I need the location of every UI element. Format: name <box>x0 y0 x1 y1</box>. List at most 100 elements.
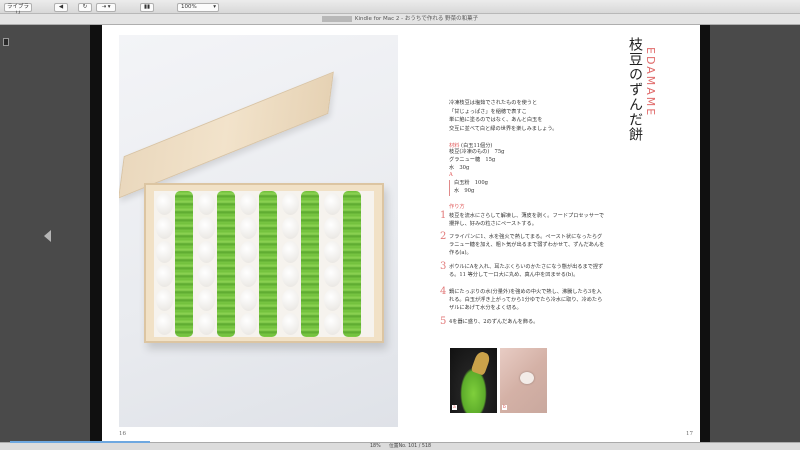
intro-line: 交互に並べて白と緑の世界を楽しみましょう。 <box>449 125 558 132</box>
step-text: フライパンに1、水を強火で熱してまる。ペースト状になったらグ ラニュー糖を加え、… <box>449 233 604 258</box>
mochi-ball <box>324 289 341 311</box>
zunda-stripe <box>259 191 277 337</box>
mochi-ball <box>240 193 257 215</box>
spoon-shape <box>470 350 492 376</box>
step-line: フライパンに1、水を強火で熱してまる。ペースト状になったらグ <box>449 234 603 240</box>
intro-line: 「甘じょっぱさ」を稲穂で表すこ <box>449 108 527 115</box>
mochi-ball <box>156 313 173 335</box>
wooden-box-lid <box>119 71 334 199</box>
mochi-ball <box>240 265 257 287</box>
mochi-ball <box>240 313 257 335</box>
step-number: 1 <box>440 210 447 221</box>
mochi-ball <box>198 241 215 263</box>
step-line: 攪拌し、好みの粒さにペーストする。 <box>449 221 537 228</box>
zoom-select[interactable]: 100% ▾ <box>177 3 219 12</box>
step-line: 作る(a)。 <box>449 250 472 257</box>
ingredients-list: 枝豆(冷凍のもの) 75g グラニュー糖 15g 水 30g A 白玉粉 100… <box>449 149 504 196</box>
step-line: れる。白玉が浮き上がってから1分ゆでたら冷水に取り、冷めたら <box>449 297 603 304</box>
ingredient-item: 枝豆(冷凍のもの) 75g <box>449 149 505 155</box>
book-spread: 16 枝豆のずんだ餅 EDAMAME 冷凍枝豆は塩茹でされたものを使うと 「甘じ… <box>102 25 700 445</box>
mochi-ball <box>156 241 173 263</box>
back-button[interactable]: ◀ <box>54 3 68 12</box>
recipe-intro: 冷凍枝豆は塩茹でされたものを使うと 「甘じょっぱさ」を稲穂で表すこ 単に餡に塗る… <box>449 99 619 133</box>
mochi-ball <box>282 217 299 239</box>
step-line: る。11 等分して一口大に丸め、真ん中を凹ませる(b)。 <box>449 272 579 279</box>
chevron-down-icon: ▾ <box>213 4 216 10</box>
view-mode-icon[interactable]: ▮▮ <box>140 3 154 12</box>
page-gutter-right <box>700 25 710 445</box>
mochi-ball <box>282 289 299 311</box>
window-title: Kindle for Mac 2 - おうちで作れる 野菜の和菓子 <box>354 16 479 22</box>
mochi-tray <box>154 191 374 337</box>
photo-label: a <box>452 405 457 410</box>
mochi-ball <box>282 265 299 287</box>
mochi-ball <box>156 265 173 287</box>
mochi-ball <box>282 313 299 335</box>
step-line: ラニュー糖を加え、粗ト気が出るまで弱ずわかせて、ずんだあんを <box>449 242 605 249</box>
step-text: 4を器に盛り、2のずんだあんを飾る。 <box>449 318 538 326</box>
photo-label: b <box>502 405 507 410</box>
page-gutter-left <box>90 25 102 445</box>
redacted-text <box>321 15 352 22</box>
zoom-value: 100% <box>181 4 197 10</box>
toolbar: ライブラリ ◀ ↻ ⇥ ▾ ▮▮ 100% ▾ <box>0 0 800 17</box>
library-button[interactable]: ライブラリ <box>4 3 32 17</box>
ingredient-item: 白玉粉 100g <box>449 180 504 188</box>
mochi-ball <box>282 193 299 215</box>
mochi-ball <box>156 289 173 311</box>
mochi-ball <box>240 241 257 263</box>
mochi-ball <box>198 289 215 311</box>
step-line: 4を器に盛り、2のずんだあんを飾る。 <box>449 319 539 325</box>
method-heading: 作り方 <box>449 204 465 210</box>
status-bar: 18% 位置No. 101 / 518 <box>0 442 800 450</box>
recipe-title: 枝豆のずんだ餅 <box>627 37 643 142</box>
dough-ball-shape <box>520 372 534 384</box>
zunda-stripe <box>343 191 361 337</box>
zunda-stripe <box>217 191 235 337</box>
left-page-number: 16 <box>119 431 126 437</box>
step-photo-b: b <box>500 348 547 413</box>
zunda-stripe <box>175 191 193 337</box>
step-number: 3 <box>440 261 447 272</box>
step-line: 枝豆を流水にさらして解凍し、薄皮を剥く。フードプロセッサーで <box>449 213 605 219</box>
mochi-ball <box>324 265 341 287</box>
reading-percent: 18% <box>370 444 381 449</box>
mochi-ball <box>240 217 257 239</box>
previous-page-arrow-icon[interactable] <box>44 230 51 242</box>
step-line: ボウルにAを入れ、耳たぶくらいのかたさになう態が出るまで捏ず <box>449 264 604 270</box>
mochi-ball <box>198 193 215 215</box>
mochi-ball <box>240 289 257 311</box>
mochi-ball <box>198 313 215 335</box>
step-photo-a: a <box>450 348 497 413</box>
right-page-number: 17 <box>686 431 693 437</box>
location-indicator: 位置No. 101 / 518 <box>389 444 432 449</box>
intro-line: 単に餡に塗るのではなく、あんと白玉を <box>449 117 543 124</box>
recipe-photo <box>119 35 398 427</box>
sync-icon[interactable]: ↻ <box>78 3 92 12</box>
ingredient-item: グラニュー糖 15g <box>449 156 496 163</box>
ingredients-heading: 材料 (白玉11個分) <box>449 142 492 149</box>
ingredient-item: 水 90g <box>449 187 504 196</box>
mochi-ball <box>198 217 215 239</box>
recipe-title-roman: EDAMAME <box>644 47 657 118</box>
sidebar-toggle-icon[interactable] <box>3 38 9 46</box>
goto-menu-button[interactable]: ⇥ ▾ <box>96 3 116 12</box>
ingredient-item: 水 30g <box>449 164 470 171</box>
step-line: ザルにあげて水分をよく切る。 <box>449 305 522 312</box>
wooden-box <box>144 183 384 343</box>
mochi-ball <box>324 217 341 239</box>
mochi-ball <box>198 265 215 287</box>
reading-progress-bar[interactable] <box>10 441 150 443</box>
mochi-ball <box>156 193 173 215</box>
step-text: 枝豆を流水にさらして解凍し、薄皮を剥く。フードプロセッサーで 攪拌し、好みの粒さ… <box>449 212 604 228</box>
step-text: ボウルにAを入れ、耳たぶくらいのかたさになう態が出るまで捏ず る。11 等分して… <box>449 263 603 279</box>
mochi-ball <box>324 241 341 263</box>
window-titlebar: Kindle for Mac 2 - おうちで作れる 野菜の和菓子 <box>0 14 800 25</box>
step-number: 4 <box>440 286 447 297</box>
intro-line: 冷凍枝豆は塩茹でされたものを使うと <box>449 100 538 106</box>
mochi-ball <box>282 241 299 263</box>
zunda-stripe <box>301 191 319 337</box>
mochi-ball <box>156 217 173 239</box>
step-number: 5 <box>440 316 447 327</box>
step-line: 鍋にたっぷりの水(分量外)を強めの中火で熱し、沸騰したら3を入 <box>449 289 602 295</box>
